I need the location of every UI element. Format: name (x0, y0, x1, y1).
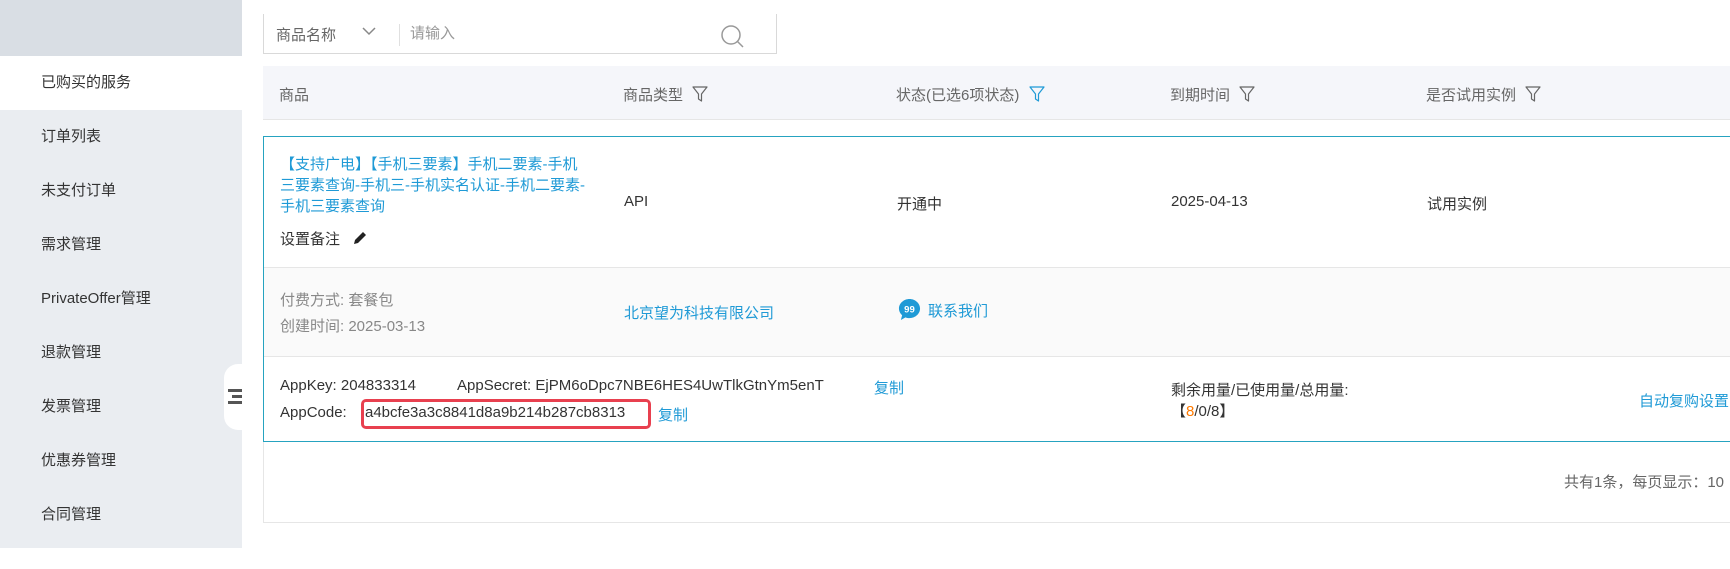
search-bar: 商品名称 (263, 14, 777, 54)
appsecret-value: EjPM6oDpc7NBE6HES4UwTlkGtnYm5enT (535, 377, 824, 394)
created-time-label: 创建时间: (280, 318, 345, 335)
appsecret-row: AppSecret: EjPM6oDpc7NBE6HES4UwTlkGtnYm5… (457, 377, 824, 394)
sidebar-item-contracts[interactable]: 合同管理 (0, 488, 242, 542)
set-note-link[interactable]: 设置备注 (280, 228, 340, 249)
row-divider (264, 267, 1730, 268)
pagination-bar: 共有1条，每页显示：10 (263, 442, 1730, 523)
sidebar-item-private-offer[interactable]: PrivateOffer管理 (0, 272, 242, 326)
filter-icon[interactable] (692, 86, 708, 102)
pay-method-value: 套餐包 (348, 292, 394, 309)
chevron-down-icon[interactable] (362, 24, 376, 38)
filter-icon[interactable] (1239, 86, 1255, 102)
appcode-label: AppCode: (280, 404, 347, 421)
header-trial-label: 是否试用实例 (1426, 87, 1517, 104)
auto-renew-settings-link[interactable]: 自动复购设置 (1639, 390, 1729, 411)
filter-icon[interactable] (1525, 86, 1541, 102)
vendor-link[interactable]: 北京望为科技有限公司 (624, 302, 774, 323)
appkey-label: AppKey: (280, 377, 337, 394)
header-status[interactable]: 状态(已选6项状态) (896, 84, 1045, 105)
product-name-link[interactable]: 【支持广电】【手机三要素】手机二要素-手机三要素查询-手机三-手机实名认证-手机… (280, 154, 590, 217)
header-type[interactable]: 商品类型 (623, 84, 708, 105)
header-expiry-label: 到期时间 (1170, 87, 1231, 104)
product-type: API (624, 193, 649, 210)
usage-used-total: /0/8】 (1194, 403, 1235, 420)
usage-bracket-open: 【 (1171, 403, 1187, 420)
appkey-row: AppKey: 204833314 (280, 377, 416, 394)
sidebar-item-purchased-services[interactable]: 已购买的服务 (0, 56, 242, 110)
header-expiry[interactable]: 到期时间 (1170, 84, 1255, 105)
order-status: 开通中 (897, 196, 943, 213)
sidebar-header (0, 0, 242, 56)
created-time-value: 2025-03-13 (348, 318, 426, 335)
sidebar: 已购买的服务 订单列表 未支付订单 需求管理 PrivateOffer管理 退款… (0, 0, 242, 548)
expiry-date: 2025-04-13 (1171, 193, 1248, 210)
header-type-label: 商品类型 (623, 87, 684, 104)
pay-method-label: 付费方式: (280, 292, 345, 309)
order-meta-row (264, 268, 1730, 356)
appkey-value: 204833314 (340, 377, 416, 394)
sidebar-item-invoices[interactable]: 发票管理 (0, 380, 242, 434)
sidebar-item-requirements[interactable]: 需求管理 (0, 218, 242, 272)
row-divider (264, 356, 1730, 357)
trial-instance: 试用实例 (1427, 196, 1488, 213)
filter-active-icon[interactable] (1028, 86, 1045, 102)
search-divider (399, 24, 400, 46)
header-product: 商品 (279, 87, 310, 104)
svg-text:99: 99 (904, 304, 915, 315)
search-icon[interactable] (720, 24, 746, 50)
sidebar-item-refunds[interactable]: 退款管理 (0, 326, 242, 380)
pencil-icon[interactable] (352, 230, 368, 246)
created-time: 创建时间: 2025-03-13 (280, 315, 425, 336)
quote-icon[interactable]: 99 (898, 298, 921, 321)
sidebar-item-unpaid-orders[interactable]: 未支付订单 (0, 164, 242, 218)
usage-value: 【8/0/8】 (1171, 400, 1234, 421)
search-field-select[interactable]: 商品名称 (276, 24, 336, 45)
header-trial[interactable]: 是否试用实例 (1426, 84, 1541, 105)
copy-appcode-button[interactable]: 复制 (658, 404, 688, 425)
contact-us-link[interactable]: 联系我们 (928, 300, 988, 321)
pay-method: 付费方式: 套餐包 (280, 289, 393, 310)
collapse-menu-icon[interactable] (228, 389, 242, 405)
table-header: 商品 商品类型 状态(已选6项状态) 到期时间 是否试用实例 (263, 66, 1730, 120)
pagination-summary: 共有1条，每页显示：10 (1564, 474, 1725, 491)
usage-label: 剩余用量/已使用量/总用量: (1171, 382, 1349, 399)
search-input[interactable] (410, 20, 710, 46)
sidebar-item-orders[interactable]: 订单列表 (0, 110, 242, 164)
copy-appsecret-button[interactable]: 复制 (874, 377, 904, 398)
appcode-highlight-box (361, 399, 651, 429)
sidebar-item-coupons[interactable]: 优惠券管理 (0, 434, 242, 488)
order-card: 【支持广电】【手机三要素】手机二要素-手机三要素查询-手机三-手机实名认证-手机… (263, 136, 1730, 442)
header-status-label: 状态(已选6项状态) (896, 87, 1020, 104)
appsecret-label: AppSecret: (457, 377, 532, 394)
